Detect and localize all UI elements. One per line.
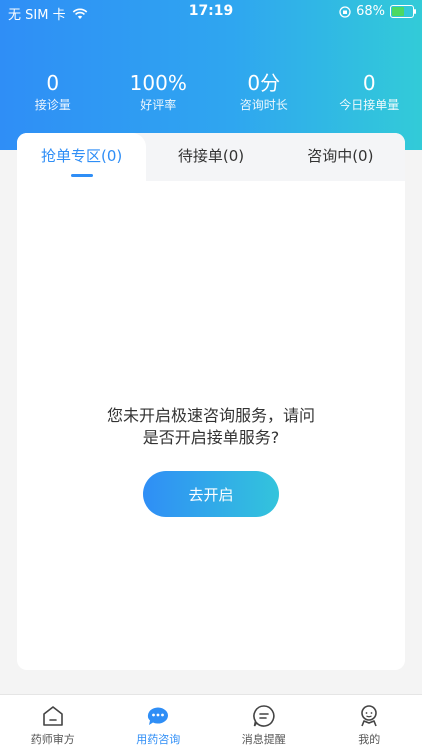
stat-duration: 0分 咨询时长 xyxy=(211,70,317,120)
battery-icon xyxy=(390,5,414,18)
stat-value: 0分 xyxy=(211,70,317,96)
nav-item-notifications[interactable]: 消息提醒 xyxy=(211,695,317,751)
nav-item-prescription-review[interactable]: 药师审方 xyxy=(0,695,106,751)
profile-icon xyxy=(356,703,382,729)
tab-bar: 抢单专区(0) 待接单(0) 咨询中(0) xyxy=(17,133,405,181)
tab-active-indicator xyxy=(71,174,93,177)
empty-state-message: 您未开启极速咨询服务，请问 是否开启接单服务? xyxy=(17,405,405,449)
tab-in-progress[interactable]: 咨询中(0) xyxy=(276,133,405,181)
battery-percent: 68% xyxy=(356,4,385,19)
nav-item-profile[interactable]: 我的 xyxy=(317,695,422,751)
stats-row: 0 接诊量 100% 好评率 0分 咨询时长 0 今日接单量 xyxy=(0,70,422,120)
tab-grab-orders[interactable]: 抢单专区(0) xyxy=(17,133,146,181)
empty-state-line2: 是否开启接单服务? xyxy=(17,427,405,449)
bottom-nav: 药师审方 用药咨询 消息提醒 我的 xyxy=(0,694,422,751)
message-icon xyxy=(251,703,277,729)
stat-today-orders: 0 今日接单量 xyxy=(317,70,422,120)
nav-label: 药师审方 xyxy=(31,733,75,746)
stat-consultations: 0 接诊量 xyxy=(0,70,106,120)
nav-label: 用药咨询 xyxy=(136,733,180,746)
stat-value: 0 xyxy=(0,70,106,96)
orders-card: 抢单专区(0) 待接单(0) 咨询中(0) 您未开启极速咨询服务，请问 是否开启… xyxy=(17,133,405,670)
nav-label: 我的 xyxy=(358,733,380,746)
stat-value: 100% xyxy=(106,70,212,96)
stat-rating: 100% 好评率 xyxy=(106,70,212,120)
empty-state-line1: 您未开启极速咨询服务，请问 xyxy=(17,405,405,427)
tab-pending[interactable]: 待接单(0) xyxy=(146,133,275,181)
nav-label: 消息提醒 xyxy=(242,733,286,746)
tab-label: 待接单(0) xyxy=(178,147,244,165)
nav-item-medication-consult[interactable]: 用药咨询 xyxy=(106,695,212,751)
enable-service-button[interactable]: 去开启 xyxy=(143,471,279,517)
header-banner: 无 SIM 卡 17:19 68% 0 接诊量 100% 好评率 xyxy=(0,0,422,150)
orientation-lock-icon xyxy=(339,6,351,18)
status-bar: 无 SIM 卡 17:19 68% xyxy=(0,0,422,24)
tab-label: 抢单专区(0) xyxy=(41,147,122,165)
stat-label: 咨询时长 xyxy=(211,96,317,114)
stat-label: 今日接单量 xyxy=(317,96,422,114)
stat-value: 0 xyxy=(317,70,422,96)
battery-level xyxy=(392,7,404,16)
chat-icon xyxy=(145,703,171,729)
tab-label: 咨询中(0) xyxy=(307,147,373,165)
stat-label: 接诊量 xyxy=(0,96,106,114)
stat-label: 好评率 xyxy=(106,96,212,114)
home-icon xyxy=(40,703,66,729)
